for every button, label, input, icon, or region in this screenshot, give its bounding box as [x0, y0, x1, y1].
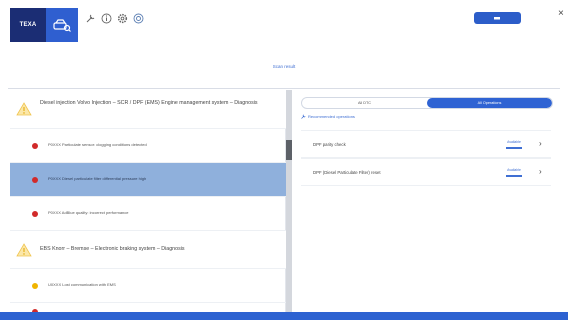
error-dot-icon [32, 211, 38, 217]
warning-icon [16, 102, 32, 116]
dtc-list: Diesel injection Volvo Injection – SCR /… [10, 90, 286, 315]
operation-name: DPF parity check [313, 142, 346, 147]
system-row[interactable]: Diesel injection Volvo Injection – SCR /… [10, 90, 286, 128]
operation-status: Available [507, 168, 521, 172]
warning-icon [16, 243, 32, 257]
vehicle-tab[interactable] [46, 8, 78, 42]
chevron-right-icon[interactable]: › [539, 139, 542, 148]
tab-all-operations[interactable]: All Operations [427, 98, 552, 108]
tools-icon[interactable] [84, 12, 96, 24]
recommended-operations-header: Recommended operations [301, 114, 355, 119]
status-bar [506, 147, 522, 149]
scan-result-link[interactable]: Scan result [0, 64, 568, 69]
chevron-right-icon[interactable]: › [539, 167, 542, 176]
error-dot-icon [32, 143, 38, 149]
tab-all-dtc[interactable]: All DTC [302, 98, 427, 108]
view-tabs: All DTC All Operations [301, 97, 553, 109]
dtc-label: U0XXX Lost communication with EMS [48, 282, 116, 287]
system-row[interactable]: EBS Knorr – Bremse – Electronic braking … [10, 230, 286, 268]
dtc-label: P0XXX Diesel particulate filter differen… [48, 176, 147, 181]
operation-row[interactable]: DPF parity check Available › [301, 130, 551, 158]
dtc-row[interactable]: P0XXX AdBlue quality: incorrect performa… [10, 196, 286, 230]
wrench-icon [301, 114, 306, 119]
toolbar-icons [84, 12, 144, 24]
dtc-row[interactable]: P0XXX Particulate sensor: clogging condi… [10, 128, 286, 162]
warning-dot-icon [32, 283, 38, 289]
dtc-row-selected[interactable]: P0XXX Diesel particulate filter differen… [10, 162, 286, 196]
brand-logo: TEXA [10, 8, 46, 42]
operation-row[interactable]: DPF (Diesel Particulate Filter) reset Av… [301, 158, 551, 186]
operation-status: Available [507, 140, 521, 144]
system-title: EBS Knorr – Bremse – Electronic braking … [40, 246, 185, 252]
error-dot-icon [32, 177, 38, 183]
bottom-bar [0, 312, 568, 320]
recommended-label: Recommended operations [308, 114, 355, 119]
operations-panel: All DTC All Operations Recommended opera… [293, 90, 561, 312]
dtc-label: P0XXX AdBlue quality: incorrect performa… [48, 210, 129, 215]
system-title: Diesel injection Volvo Injection – SCR /… [40, 100, 258, 106]
close-icon[interactable]: × [558, 8, 564, 19]
dtc-label: P0XXX Particulate sensor: clogging condi… [48, 142, 147, 147]
settings-icon[interactable] [116, 12, 128, 24]
network-icon[interactable] [132, 12, 144, 24]
top-bar: TEXA × [0, 0, 568, 42]
header-divider [8, 88, 560, 89]
scrollbar-thumb[interactable] [286, 140, 292, 160]
dtc-row[interactable]: U0XXX Lost communication with EMS [10, 268, 286, 302]
list-scrollbar[interactable] [286, 90, 292, 312]
vehicle-icon [493, 17, 500, 20]
car-diagnosis-icon [53, 19, 71, 32]
device-status-button[interactable] [474, 12, 521, 24]
operation-name: DPF (Diesel Particulate Filter) reset [313, 170, 381, 175]
status-bar [506, 175, 522, 177]
info-icon[interactable] [100, 12, 112, 24]
